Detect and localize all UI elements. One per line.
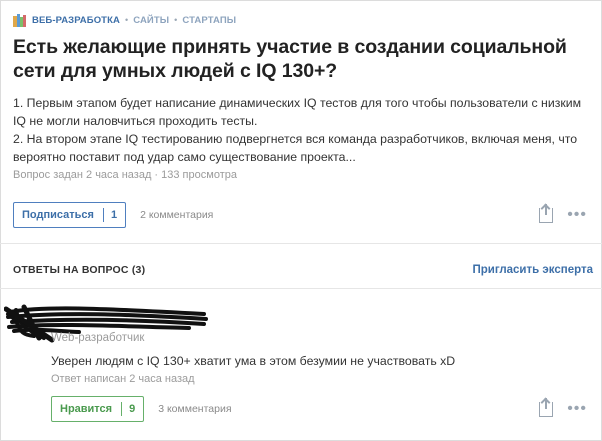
tag-separator: •	[174, 15, 178, 25]
books-icon	[13, 13, 27, 27]
answer-item: Web-разработчик Уверен людям с IQ 130+ х…	[0, 304, 602, 441]
answer-author-role: Web-разработчик	[51, 332, 145, 344]
section-divider	[0, 288, 602, 289]
share-icon[interactable]	[539, 397, 554, 417]
answer-text: Уверен людям с IQ 130+ хватит ума в этом…	[51, 354, 456, 368]
question-comments-link[interactable]: 2 комментария	[140, 209, 213, 221]
tag-sites[interactable]: САЙТЫ	[133, 15, 169, 26]
answers-header: ОТВЕТЫ НА ВОПРОС (3) Пригласить эксперта	[13, 262, 593, 278]
answer-actions: Нравится 9 3 комментария •••	[51, 396, 591, 422]
question-meta: Вопрос задан 2 часа назад · 133 просмотр…	[13, 169, 237, 181]
like-label: Нравится	[60, 403, 113, 415]
subscribe-label: Подписаться	[22, 209, 94, 221]
answer-meta: Ответ написан 2 часа назад	[51, 373, 195, 385]
tag-startups[interactable]: СТАРТАПЫ	[182, 15, 236, 26]
like-count: 9	[121, 402, 135, 416]
answer-comments-link[interactable]: 3 комментария	[158, 403, 231, 415]
section-divider	[0, 243, 602, 244]
tag-separator: •	[124, 15, 129, 25]
question-block: ВЕБ-РАЗРАБОТКА • САЙТЫ • СТАРТАПЫ Есть ж…	[13, 12, 591, 228]
question-tools: •••	[539, 203, 587, 223]
answers-title: ОТВЕТЫ НА ВОПРОС (3)	[13, 264, 146, 276]
question-body-paragraph: 2. На втором этапе IQ тестированию подве…	[13, 132, 578, 164]
tag-web-development[interactable]: ВЕБ-РАЗРАБОТКА	[32, 15, 120, 26]
subscribe-button[interactable]: Подписаться 1	[13, 202, 127, 228]
invite-expert-link[interactable]: Пригласить эксперта	[472, 264, 593, 276]
answer-tools: •••	[539, 397, 587, 417]
question-actions: Подписаться 1 2 комментария •••	[13, 202, 591, 228]
share-icon[interactable]	[539, 203, 554, 223]
question-title[interactable]: Есть желающие принять участие в создании…	[13, 35, 591, 83]
like-button[interactable]: Нравится 9	[51, 396, 145, 422]
subscribe-count: 1	[102, 208, 117, 222]
question-tags: ВЕБ-РАЗРАБОТКА • САЙТЫ • СТАРТАПЫ	[13, 12, 591, 28]
question-body: 1. Первым этапом будет написание динамич…	[13, 94, 591, 166]
more-icon[interactable]: •••	[567, 401, 587, 417]
question-body-paragraph: 1. Первым этапом будет написание динамич…	[13, 96, 582, 128]
more-icon[interactable]: •••	[567, 207, 587, 223]
